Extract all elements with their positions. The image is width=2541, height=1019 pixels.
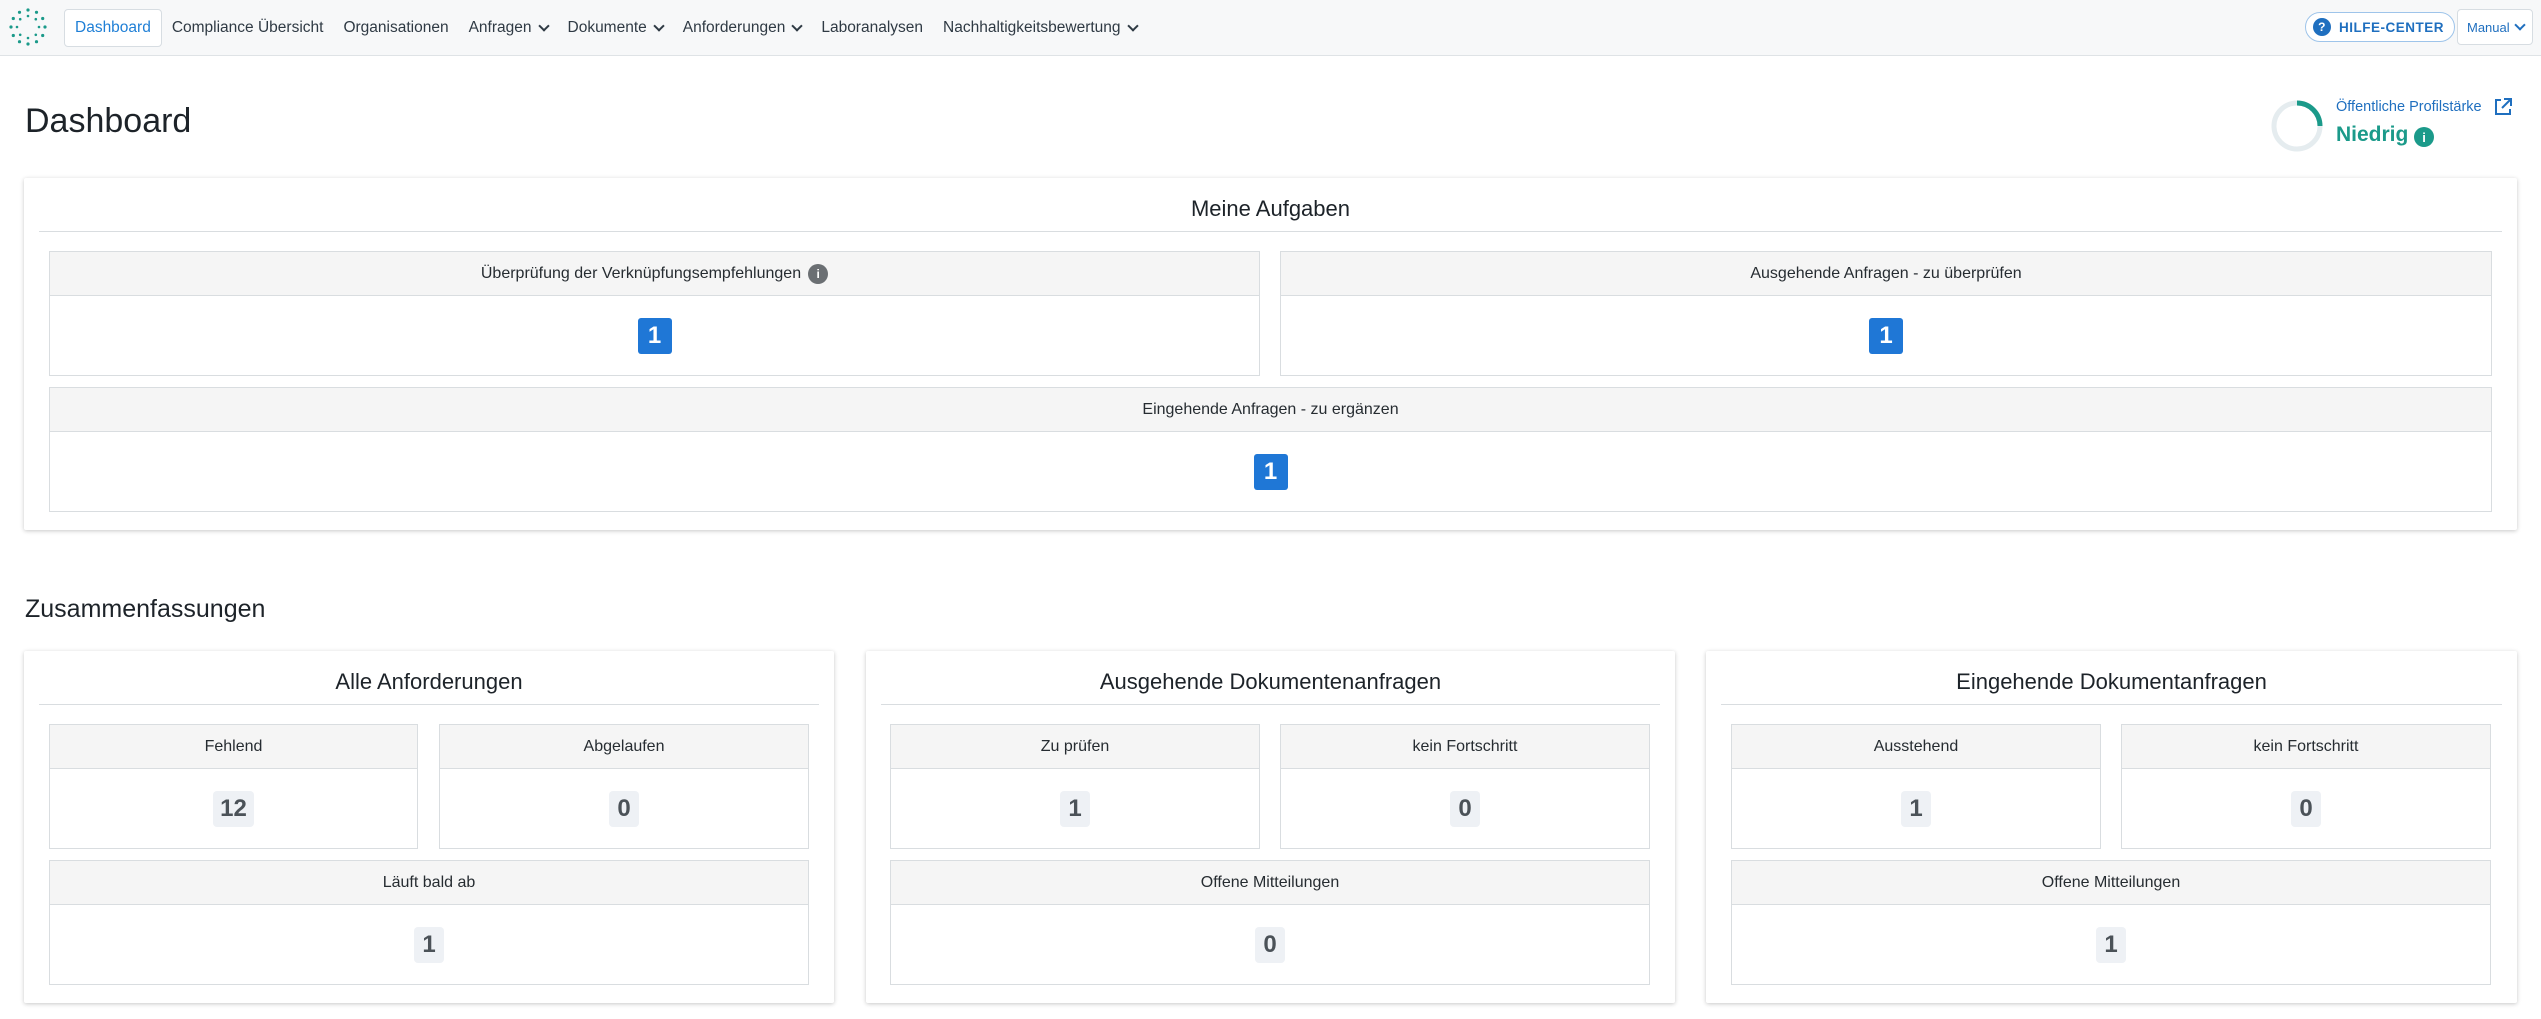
task-outgoing-to-review: Ausgehende Anfragen - zu überprüfen 1 [1280, 251, 2492, 376]
nav-item-requests[interactable]: Anfragen [459, 9, 558, 47]
chevron-down-icon [791, 19, 803, 32]
summary-to-review: Zu prüfen 1 [890, 724, 1260, 849]
requirements-summary-card: Alle Anforderungen Fehlend 12 Abgelaufen… [24, 651, 834, 1003]
my-tasks-card: Meine Aufgaben Überprüfung der Verknüpfu… [24, 178, 2517, 530]
user-menu-button[interactable]: Manual [2457, 9, 2533, 45]
tile-label: kein Fortschritt [2253, 737, 2359, 755]
incoming-requests-summary-card: Eingehende Dokumentanfragen Ausstehend 1… [1706, 651, 2517, 1003]
profile-strength-level: Niedrig [2336, 123, 2409, 146]
chevron-down-icon [537, 19, 550, 32]
task-incoming-to-complete: Eingehende Anfragen - zu ergänzen 1 [49, 387, 2492, 512]
page-title: Dashboard [25, 102, 192, 140]
nav-item-documents[interactable]: Dokumente [558, 9, 673, 47]
help-center-button[interactable]: ? HILFE-CENTER [2305, 12, 2455, 42]
tile-label: Überprüfung der Verknüpfungsempfehlungen [480, 264, 802, 282]
tile-label: Offene Mitteilungen [1200, 873, 1340, 891]
count-badge[interactable]: 1 [1869, 318, 1903, 354]
external-link-icon[interactable] [2493, 97, 2513, 117]
nav-item-organisations[interactable]: Organisationen [333, 9, 458, 47]
count-badge[interactable]: 1 [2096, 927, 2126, 963]
summary-expired: Abgelaufen 0 [439, 724, 809, 849]
count-badge[interactable]: 0 [1255, 927, 1285, 963]
nav-item-sustainability[interactable]: Nachhaltigkeitsbewertung [933, 9, 1147, 47]
chevron-down-icon [1126, 19, 1139, 32]
tile-label: kein Fortschritt [1412, 737, 1518, 755]
chevron-down-icon [2513, 18, 2526, 31]
top-navigation: Dashboard Compliance Übersicht Organisat… [0, 0, 2541, 56]
tile-label: Offene Mitteilungen [2041, 873, 2181, 891]
chevron-down-icon [653, 19, 665, 32]
main-menu: Dashboard Compliance Übersicht Organisat… [64, 9, 1147, 47]
tile-label: Zu prüfen [1040, 737, 1110, 755]
summary-expiring-soon: Läuft bald ab 1 [49, 860, 809, 985]
tile-label: Ausstehend [1873, 737, 1959, 755]
count-badge[interactable]: 0 [1450, 791, 1480, 827]
question-icon: ? [2313, 18, 2331, 36]
count-badge[interactable]: 1 [1901, 791, 1931, 827]
count-badge[interactable]: 1 [414, 927, 444, 963]
tile-label: Fehlend [204, 737, 263, 755]
nav-item-dashboard[interactable]: Dashboard [64, 9, 162, 47]
profile-strength: Öffentliche Profilstärke Niedrig i [2268, 97, 2533, 157]
card-title: Eingehende Dokumentanfragen [1721, 669, 2502, 705]
tile-label: Läuft bald ab [382, 873, 476, 891]
summary-missing: Fehlend 12 [49, 724, 418, 849]
card-title: Ausgehende Dokumentenanfragen [881, 669, 1660, 705]
nav-item-lab-analyses[interactable]: Laboranalysen [811, 9, 933, 47]
profile-strength-ring [2271, 100, 2323, 152]
tile-label: Ausgehende Anfragen - zu überprüfen [1750, 264, 2022, 282]
count-badge[interactable]: 1 [1060, 791, 1090, 827]
count-badge[interactable]: 12 [213, 791, 254, 827]
card-title: Alle Anforderungen [39, 669, 819, 705]
tile-label: Eingehende Anfragen - zu ergänzen [1142, 400, 1399, 418]
profile-strength-link[interactable]: Öffentliche Profilstärke [2336, 99, 2482, 115]
outgoing-requests-summary-card: Ausgehende Dokumentenanfragen Zu prüfen … [866, 651, 1675, 1003]
info-icon[interactable]: i [2414, 127, 2434, 147]
nav-item-compliance-overview[interactable]: Compliance Übersicht [162, 9, 334, 47]
count-badge[interactable]: 0 [609, 791, 639, 827]
tile-label: Abgelaufen [583, 737, 665, 755]
nav-item-requirements[interactable]: Anforderungen [673, 9, 812, 47]
summary-open-messages: Offene Mitteilungen 1 [1731, 860, 2491, 985]
count-badge[interactable]: 0 [2291, 791, 2321, 827]
summary-open-messages: Offene Mitteilungen 0 [890, 860, 1650, 985]
summaries-title: Zusammenfassungen [25, 595, 266, 623]
summary-no-progress: kein Fortschritt 0 [1280, 724, 1650, 849]
summary-no-progress: kein Fortschritt 0 [2121, 724, 2491, 849]
my-tasks-title: Meine Aufgaben [39, 196, 2502, 232]
summary-pending: Ausstehend 1 [1731, 724, 2101, 849]
count-badge[interactable]: 1 [1253, 454, 1288, 490]
info-icon[interactable]: i [808, 263, 829, 284]
company-logo[interactable] [8, 7, 48, 47]
count-badge[interactable]: 1 [637, 318, 672, 354]
task-review-link-recommendations: Überprüfung der Verknüpfungsempfehlungen… [49, 251, 1260, 376]
